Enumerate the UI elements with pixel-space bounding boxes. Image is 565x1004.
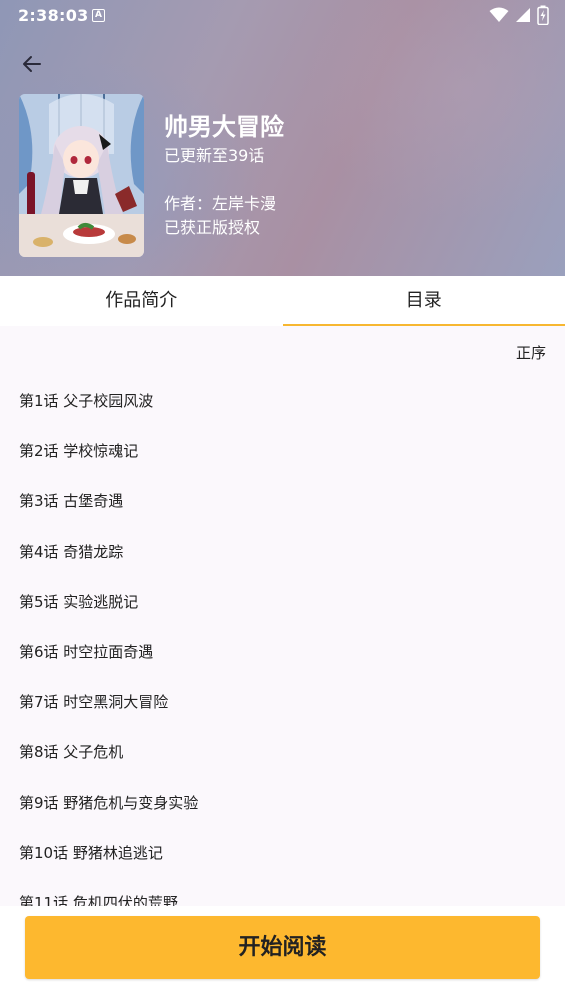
chapter-item[interactable]: 第7话 时空黑洞大冒险 [0,677,565,727]
chapter-item[interactable]: 第1话 父子校园风波 [0,376,565,426]
author-label: 作者：左岸卡漫 [164,194,277,213]
chapter-item[interactable]: 第9话 野猪危机与变身实验 [0,778,565,828]
status-time: 2:38:03 [18,6,89,25]
chapter-item[interactable]: 第3话 古堡奇遇 [0,476,565,526]
chapter-item[interactable]: 第5话 实验逃脱记 [0,577,565,627]
chapter-item[interactable]: 第10话 野猪林追逃记 [0,828,565,878]
chapter-catalog: 正序 第1话 父子校园风波 第2话 学校惊魂记 第3话 古堡奇遇 第4话 奇猎龙… [0,326,565,906]
wifi-icon [489,7,509,22]
update-status: 已更新至39话 [164,146,265,165]
chapter-item[interactable]: 第4话 奇猎龙踪 [0,527,565,577]
license-label: 已获正版授权 [164,218,261,237]
comic-header: 2:38:03 A 帅男大冒险 已更新至39话 作者：左岸卡漫 已获正版授权 [0,0,565,276]
chapter-list: 第1话 父子校园风波 第2话 学校惊魂记 第3话 古堡奇遇 第4话 奇猎龙踪 第… [0,376,565,906]
back-button[interactable] [16,48,48,80]
start-reading-button[interactable]: 开始阅读 [25,916,540,979]
bottom-action-bar: 开始阅读 [0,906,565,1004]
status-bar: 2:38:03 A [0,0,565,32]
chapter-item[interactable]: 第2话 学校惊魂记 [0,426,565,476]
tab-introduction[interactable]: 作品简介 [0,276,283,326]
notification-icon: A [92,9,105,22]
chapter-item[interactable]: 第11话 危机四伏的荒野 [0,878,565,906]
arrow-left-icon [23,56,41,72]
battery-icon [537,5,549,25]
sort-order-button[interactable]: 正序 [516,342,546,363]
comic-title: 帅男大冒险 [164,113,284,141]
chapter-item[interactable]: 第6话 时空拉面奇遇 [0,627,565,677]
status-icons [489,5,549,25]
comic-info: 帅男大冒险 已更新至39话 作者：左岸卡漫 已获正版授权 [164,110,284,240]
tab-catalog[interactable]: 目录 [282,276,565,326]
comic-cover-image [19,94,144,257]
signal-icon [516,8,530,22]
tab-bar: 作品简介 目录 [0,276,565,326]
chapter-item[interactable]: 第8话 父子危机 [0,727,565,777]
